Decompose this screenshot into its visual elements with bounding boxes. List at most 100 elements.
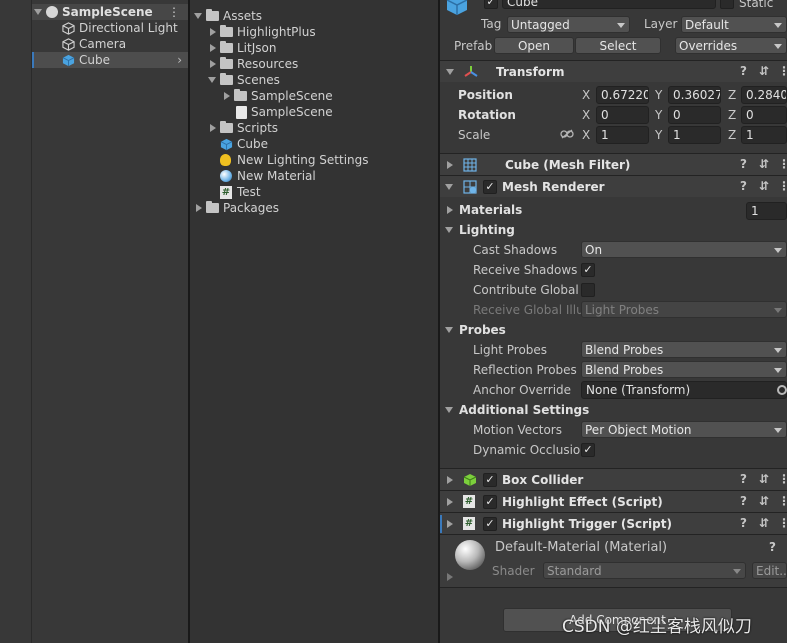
box-collider-header[interactable]: ✓ Box Collider ? ⇵ ⋮ <box>440 468 787 490</box>
folder-row[interactable]: HighlightPlus <box>190 24 438 40</box>
receive-shadows-checkbox[interactable]: ✓ <box>581 263 595 277</box>
collapse-icon[interactable] <box>445 227 453 233</box>
folder-row[interactable]: Scenes <box>190 72 438 88</box>
preset-icon[interactable]: ⇵ <box>759 64 769 78</box>
component-menu-icon[interactable]: ⋮ <box>778 516 787 530</box>
expand-icon[interactable] <box>447 206 453 214</box>
expand-icon[interactable] <box>447 519 453 528</box>
expand-icon[interactable] <box>194 13 202 19</box>
expand-icon[interactable] <box>196 204 202 212</box>
materials-count-field[interactable]: 1 <box>746 202 787 220</box>
asset-row[interactable]: New Lighting Settings <box>190 152 438 168</box>
preset-icon[interactable]: ⇵ <box>759 472 769 486</box>
folder-row[interactable]: SampleScene <box>190 88 438 104</box>
mesh-filter-header[interactable]: Cube (Mesh Filter) ? ⇵ ⋮ <box>440 153 787 175</box>
shader-edit-button[interactable]: Edit... <box>752 562 787 579</box>
hierarchy-scene-row[interactable]: SampleScene ⋮ <box>32 4 188 20</box>
mesh-renderer-header[interactable]: ✓ Mesh Renderer ? ⇵ ⋮ <box>440 175 787 197</box>
expand-icon[interactable] <box>210 28 216 36</box>
collapse-icon[interactable] <box>445 183 453 190</box>
component-menu-icon[interactable]: ⋮ <box>778 157 787 171</box>
asset-row[interactable]: New Material <box>190 168 438 184</box>
expand-icon[interactable] <box>210 60 216 68</box>
light-probes-dropdown[interactable]: Blend Probes <box>581 341 787 358</box>
expand-icon[interactable] <box>447 475 453 484</box>
scale-x-field[interactable]: 1 <box>596 126 649 144</box>
help-icon[interactable]: ? <box>740 472 747 486</box>
help-icon[interactable]: ? <box>740 516 747 530</box>
rotation-z-field[interactable]: 0 <box>741 106 787 124</box>
scene-asset-row[interactable]: SampleScene <box>190 104 438 120</box>
rotation-x-field[interactable]: 0 <box>596 106 649 124</box>
packages-row[interactable]: Packages <box>190 200 438 216</box>
highlight-effect-enabled-checkbox[interactable]: ✓ <box>483 494 497 509</box>
layer-dropdown[interactable]: Default <box>681 16 787 33</box>
highlight-trigger-enabled-checkbox[interactable]: ✓ <box>483 516 497 531</box>
material-help-icon[interactable]: ? <box>769 540 776 554</box>
prefab-open-button[interactable]: Open <box>494 37 574 54</box>
help-icon[interactable]: ? <box>740 494 747 508</box>
prefab-select-button[interactable]: Select <box>575 37 661 54</box>
hierarchy-item[interactable]: Directional Light <box>32 20 188 36</box>
preset-icon[interactable]: ⇵ <box>759 494 769 508</box>
collapse-icon[interactable] <box>445 407 453 413</box>
motion-vectors-dropdown[interactable]: Per Object Motion <box>581 421 787 438</box>
hierarchy-item[interactable]: Camera <box>32 36 188 52</box>
position-z-field[interactable]: 0.2840 <box>741 86 787 104</box>
scene-menu-icon[interactable]: ⋮ <box>168 5 180 19</box>
dynamic-occlusion-checkbox[interactable]: ✓ <box>581 443 595 457</box>
anchor-override-field[interactable]: None (Transform) <box>581 381 787 399</box>
folder-row[interactable]: LitJson <box>190 40 438 56</box>
expand-icon[interactable] <box>210 44 216 52</box>
asset-row[interactable]: Cube <box>190 136 438 152</box>
static-checkbox[interactable] <box>720 0 734 9</box>
collapse-icon[interactable] <box>445 327 453 333</box>
expand-icon[interactable] <box>447 497 453 506</box>
rotation-y-field[interactable]: 0 <box>668 106 721 124</box>
link-icon[interactable] <box>560 129 574 139</box>
chevron-down-icon <box>774 368 782 373</box>
position-y-field[interactable]: 0.36027 <box>668 86 721 104</box>
component-menu-icon[interactable]: ⋮ <box>778 179 787 193</box>
object-name-field[interactable]: Cube <box>502 0 716 9</box>
reflection-probes-dropdown[interactable]: Blend Probes <box>581 361 787 378</box>
help-icon[interactable]: ? <box>740 179 747 193</box>
scene-expand-icon[interactable] <box>34 9 42 15</box>
asset-row[interactable]: # Test <box>190 184 438 200</box>
tag-dropdown[interactable]: Untagged <box>507 16 630 33</box>
mesh-renderer-enabled-checkbox[interactable]: ✓ <box>483 179 497 194</box>
hierarchy-item-selected[interactable]: Cube › <box>32 52 188 68</box>
contribute-gi-checkbox[interactable] <box>581 283 595 297</box>
expand-icon[interactable] <box>447 573 453 581</box>
position-x-field[interactable]: 0.67220 <box>596 86 649 104</box>
folder-row[interactable]: Scripts <box>190 120 438 136</box>
scale-y-field[interactable]: 1 <box>668 126 721 144</box>
preset-icon[interactable]: ⇵ <box>759 516 769 530</box>
component-menu-icon[interactable]: ⋮ <box>778 494 787 508</box>
shader-dropdown[interactable]: Standard <box>543 562 746 579</box>
cast-shadows-dropdown[interactable]: On <box>581 241 787 258</box>
object-picker-icon[interactable] <box>777 385 787 395</box>
active-checkbox[interactable]: ✓ <box>484 0 498 9</box>
help-icon[interactable]: ? <box>740 64 747 78</box>
component-menu-icon[interactable]: ⋮ <box>778 64 787 78</box>
expand-icon[interactable] <box>210 124 216 132</box>
expand-icon[interactable] <box>208 77 216 83</box>
preset-icon[interactable]: ⇵ <box>759 179 769 193</box>
chevron-right-icon[interactable]: › <box>177 53 182 67</box>
expand-icon[interactable] <box>447 160 453 169</box>
highlight-effect-header[interactable]: # ✓ Highlight Effect (Script) ? ⇵ ⋮ <box>440 490 787 512</box>
transform-header[interactable]: Transform ? ⇵ ⋮ <box>440 60 787 82</box>
collapse-icon[interactable] <box>446 68 454 75</box>
box-collider-enabled-checkbox[interactable]: ✓ <box>483 472 497 487</box>
component-menu-icon[interactable]: ⋮ <box>778 472 787 486</box>
highlight-trigger-header[interactable]: # ✓ Highlight Trigger (Script) ? ⇵ ⋮ <box>440 512 787 534</box>
cast-shadows-value: On <box>585 242 603 257</box>
assets-row[interactable]: Assets <box>190 8 438 24</box>
expand-icon[interactable] <box>224 92 230 100</box>
prefab-overrides-dropdown[interactable]: Overrides <box>675 37 787 54</box>
folder-row[interactable]: Resources <box>190 56 438 72</box>
help-icon[interactable]: ? <box>740 157 747 171</box>
preset-icon[interactable]: ⇵ <box>759 157 769 171</box>
scale-z-field[interactable]: 1 <box>741 126 787 144</box>
